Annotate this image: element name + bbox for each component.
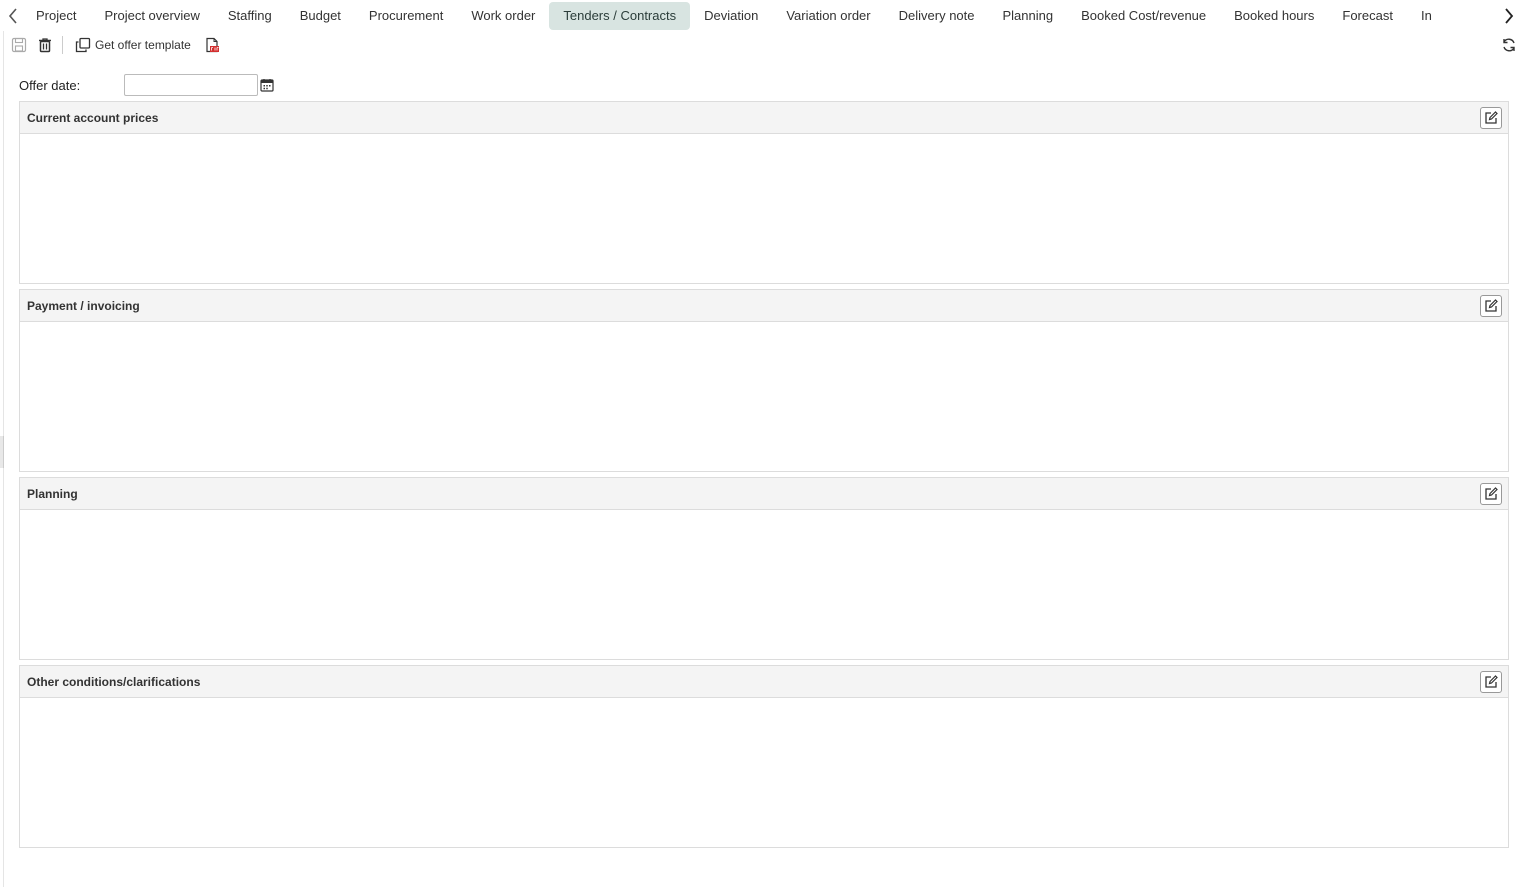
refresh-icon[interactable] [1498, 34, 1520, 56]
tab-bar: Project Project overview Staffing Budget… [0, 0, 1520, 31]
tab-tenders-contracts[interactable]: Tenders / Contracts [549, 1, 691, 30]
section-body[interactable] [20, 322, 1508, 471]
section-title: Current account prices [27, 110, 159, 125]
toolbar: Get offer template [0, 31, 1520, 59]
get-offer-template-label: Get offer template [95, 38, 191, 52]
section-body[interactable] [20, 698, 1508, 847]
edit-icon[interactable] [1480, 482, 1502, 505]
offer-date-input[interactable] [124, 74, 258, 96]
tab-budget[interactable]: Budget [286, 2, 355, 30]
tab-booked-cost-revenue[interactable]: Booked Cost/revenue [1067, 2, 1220, 30]
tab-planning[interactable]: Planning [989, 2, 1068, 30]
get-offer-template-button[interactable]: Get offer template [71, 37, 195, 53]
section-planning: Planning [19, 477, 1509, 660]
tab-procurement[interactable]: Procurement [355, 2, 457, 30]
trash-icon[interactable] [34, 34, 56, 56]
copy-icon [75, 37, 91, 53]
section-title: Payment / invoicing [27, 298, 140, 313]
tab-booked-hours[interactable]: Booked hours [1220, 2, 1328, 30]
section-header: Payment / invoicing [20, 290, 1508, 322]
section-title: Planning [27, 486, 78, 501]
tab-forecast[interactable]: Forecast [1328, 2, 1407, 30]
tab-delivery-note[interactable]: Delivery note [885, 2, 989, 30]
tab-variation-order[interactable]: Variation order [772, 2, 884, 30]
section-header: Other conditions/clarifications [20, 666, 1508, 698]
section-header: Current account prices [20, 102, 1508, 134]
offer-date-row: Offer date: [19, 73, 275, 97]
save-icon[interactable] [8, 34, 30, 56]
tab-staffing[interactable]: Staffing [214, 2, 286, 30]
edit-icon[interactable] [1480, 106, 1502, 129]
section-header: Planning [20, 478, 1508, 510]
tab-invoicing-truncated[interactable]: In [1407, 2, 1446, 30]
section-title: Other conditions/clarifications [27, 674, 201, 689]
tab-work-order[interactable]: Work order [457, 2, 549, 30]
toolbar-divider [62, 36, 63, 54]
section-current-account-prices: Current account prices [19, 101, 1509, 284]
section-payment-invoicing: Payment / invoicing [19, 289, 1509, 472]
calendar-icon[interactable] [259, 77, 275, 93]
tab-project[interactable]: Project [22, 2, 90, 30]
pdf-icon[interactable] [201, 34, 223, 56]
edit-icon[interactable] [1480, 294, 1502, 317]
tab-scroll-left-icon[interactable] [2, 0, 24, 31]
offer-date-label: Offer date: [19, 77, 81, 93]
tab-scroll-right-icon[interactable] [1498, 0, 1520, 31]
tab-deviation[interactable]: Deviation [690, 2, 772, 30]
tabs: Project Project overview Staffing Budget… [22, 0, 1500, 31]
section-other-conditions: Other conditions/clarifications [19, 665, 1509, 848]
section-body[interactable] [20, 510, 1508, 659]
left-panel-collapse-handle[interactable] [0, 436, 4, 468]
tab-project-overview[interactable]: Project overview [90, 2, 213, 30]
section-body[interactable] [20, 134, 1508, 283]
edit-icon[interactable] [1480, 670, 1502, 693]
